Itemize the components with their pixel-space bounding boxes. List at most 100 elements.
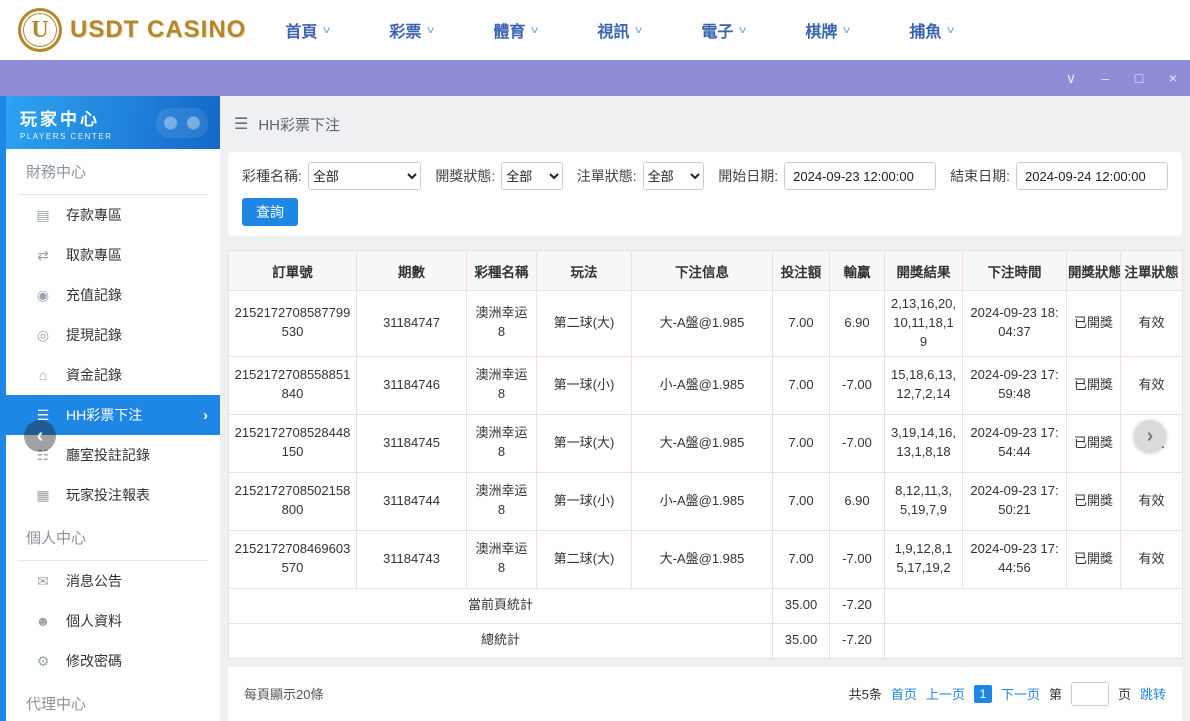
filter-row: 彩種名稱: 全部 開獎狀態: 全部 注單狀態: 全部 開始日期: bbox=[242, 162, 1168, 190]
bet-status-select[interactable]: 全部 bbox=[643, 162, 705, 190]
start-date-input[interactable] bbox=[784, 162, 936, 190]
table-footer: 每頁顯示20條 共5条 首页 上一页 1 下一页 第 页 跳转 bbox=[228, 667, 1182, 721]
jump-button[interactable]: 跳转 bbox=[1140, 684, 1166, 703]
cell-time: 2024-09-23 17:44:56 bbox=[963, 530, 1067, 588]
cell-result: 1,9,12,8,15,17,19,2 bbox=[885, 530, 963, 588]
cell-winloss: 6.90 bbox=[830, 291, 885, 357]
nav-label: 彩票 bbox=[389, 18, 421, 42]
summary-amount: 35.00 bbox=[773, 623, 830, 658]
sidebar-item-funds[interactable]: ⌂資金記錄 bbox=[6, 355, 220, 395]
summary-winloss: -7.20 bbox=[830, 588, 885, 623]
current-page[interactable]: 1 bbox=[974, 685, 992, 703]
cell-winloss: 6.90 bbox=[830, 472, 885, 530]
announcement-icon: ✉ bbox=[34, 573, 52, 590]
cell-lottery: 澳洲幸运8 bbox=[467, 291, 537, 357]
cell-period: 31184746 bbox=[357, 356, 467, 414]
window-close-icon[interactable]: × bbox=[1164, 71, 1182, 85]
cell-info: 小-A盤@1.985 bbox=[632, 472, 773, 530]
top-nav: 首頁∨ 彩票 ∨ 體育∨視訊∨ 電子 ∨ 棋牌∨捕魚∨ bbox=[256, 18, 1172, 42]
end-date-input[interactable] bbox=[1016, 162, 1168, 190]
nav-item-cards[interactable]: 棋牌∨ bbox=[776, 18, 880, 42]
app-window: U USDT CASINO 首頁∨彩票∨體育∨視訊∨電子∨棋牌∨捕魚∨ ∨ – … bbox=[0, 0, 1190, 721]
nav-item-lottery[interactable]: 彩票 ∨ bbox=[360, 18, 464, 42]
cashout-icon: ◎ bbox=[34, 327, 52, 344]
draw-status-label: 開獎狀態: bbox=[435, 166, 495, 186]
menu-toggle-icon[interactable]: ☰ bbox=[234, 114, 248, 134]
prev-page-link[interactable]: 上一页 bbox=[926, 684, 965, 703]
cell-info: 大-A盤@1.985 bbox=[632, 291, 773, 357]
nav-item-fishing[interactable]: 捕魚∨ bbox=[880, 18, 984, 42]
page-jump-input[interactable] bbox=[1071, 682, 1109, 706]
sidebar-item-label: 充值記錄 bbox=[66, 285, 122, 305]
cell-bet_status: 有效 bbox=[1121, 356, 1183, 414]
column-header: 玩法 bbox=[537, 251, 632, 291]
cell-period: 31184745 bbox=[357, 414, 467, 472]
nav-label: 電子 bbox=[701, 18, 733, 42]
sidebar-section: 代理中心 bbox=[6, 693, 220, 721]
column-header: 期數 bbox=[357, 251, 467, 291]
summary-amount: 35.00 bbox=[773, 588, 830, 623]
nav-item-slots[interactable]: 電子 ∨ bbox=[672, 18, 776, 42]
search-button[interactable]: 查詢 bbox=[242, 198, 298, 226]
cell-amount: 7.00 bbox=[773, 472, 830, 530]
sidebar: 玩家中心 PLAYERS CENTER 財務中心▤存款專區⇄取款專區◉充值記錄◎… bbox=[6, 96, 220, 721]
sidebar-item-profile[interactable]: ☻個人資料 bbox=[6, 601, 220, 641]
nav-item-sports[interactable]: 體育∨ bbox=[464, 18, 568, 42]
sidebar-item-cashout[interactable]: ◎提現記錄 bbox=[6, 315, 220, 355]
sidebar-section: 個人中心✉消息公告☻個人資料⚙修改密碼 bbox=[6, 527, 220, 681]
nav-item-home[interactable]: 首頁∨ bbox=[256, 18, 360, 42]
sidebar-item-label: 取款專區 bbox=[66, 245, 122, 265]
chevron-down-icon: ∨ bbox=[426, 25, 437, 36]
cell-result: 8,12,11,3,5,19,7,9 bbox=[885, 472, 963, 530]
summary-empty bbox=[885, 588, 1183, 623]
cell-amount: 7.00 bbox=[773, 291, 830, 357]
sidebar-item-withdraw[interactable]: ⇄ 取款專區 bbox=[6, 235, 220, 275]
cell-lottery: 澳洲幸运8 bbox=[467, 414, 537, 472]
column-header: 輸贏 bbox=[830, 251, 885, 291]
summary-label: 總統計 bbox=[229, 623, 773, 658]
sidebar-section-title: 代理中心 bbox=[18, 693, 208, 721]
cell-result: 2,13,16,20,10,11,18,19 bbox=[885, 291, 963, 357]
nav-item-video[interactable]: 視訊∨ bbox=[568, 18, 672, 42]
cell-time: 2024-09-23 17:59:48 bbox=[963, 356, 1067, 414]
report-icon: ▦ bbox=[34, 487, 52, 504]
deposit-icon: ▤ bbox=[34, 207, 52, 224]
bet-status-label: 注單狀態: bbox=[577, 166, 637, 186]
cell-draw_status: 已開獎 bbox=[1067, 530, 1121, 588]
scroll-right-button[interactable]: › bbox=[1134, 420, 1166, 452]
cell-lottery: 澳洲幸运8 bbox=[467, 530, 537, 588]
sidebar-item-report[interactable]: ▦玩家投注報表 bbox=[6, 475, 220, 515]
chevron-down-icon: ∨ bbox=[738, 25, 749, 36]
sidebar-item-password[interactable]: ⚙修改密碼 bbox=[6, 641, 220, 681]
chevron-down-icon: ∨ bbox=[322, 25, 333, 36]
logo-icon: U bbox=[18, 8, 62, 52]
table-row: 215217270858779953031184747澳洲幸运8第二球(大)大-… bbox=[229, 291, 1183, 357]
sidebar-item-deposit[interactable]: ▤存款專區 bbox=[6, 195, 220, 235]
sidebar-item-label: HH彩票下注 bbox=[66, 405, 142, 425]
sidebar-item-announcement[interactable]: ✉消息公告 bbox=[6, 561, 220, 601]
cell-info: 小-A盤@1.985 bbox=[632, 356, 773, 414]
scroll-left-button[interactable]: ‹ bbox=[24, 420, 56, 452]
cell-info: 大-A盤@1.985 bbox=[632, 414, 773, 472]
sidebar-section-title: 財務中心 bbox=[18, 161, 208, 195]
table-row: 215217270855885184031184746澳洲幸运8第一球(小)小-… bbox=[229, 356, 1183, 414]
table-row: 215217270850215880031184744澳洲幸运8第一球(小)小-… bbox=[229, 472, 1183, 530]
breadcrumb-bar: ☰ HH彩票下注 bbox=[220, 96, 1190, 152]
next-page-link[interactable]: 下一页 bbox=[1001, 684, 1040, 703]
window-minimize-icon[interactable]: – bbox=[1096, 71, 1114, 85]
funds-icon: ⌂ bbox=[34, 367, 52, 383]
cell-draw_status: 已開獎 bbox=[1067, 414, 1121, 472]
first-page-link[interactable]: 首页 bbox=[891, 684, 917, 703]
column-header: 下注時間 bbox=[963, 251, 1067, 291]
window-collapse-icon[interactable]: ∨ bbox=[1062, 71, 1080, 85]
draw-status-select[interactable]: 全部 bbox=[501, 162, 563, 190]
lottery-name-select[interactable]: 全部 bbox=[308, 162, 421, 190]
brand-logo[interactable]: U USDT CASINO bbox=[18, 8, 256, 52]
cell-period: 31184747 bbox=[357, 291, 467, 357]
sidebar-item-recharge[interactable]: ◉充值記錄 bbox=[6, 275, 220, 315]
cell-result: 3,19,14,16,13,1,8,18 bbox=[885, 414, 963, 472]
window-maximize-icon[interactable]: □ bbox=[1130, 71, 1148, 85]
withdraw-icon: ⇄ bbox=[34, 247, 52, 264]
jump-prefix-label: 第 bbox=[1049, 684, 1062, 703]
cell-bet_status: 有效 bbox=[1121, 472, 1183, 530]
